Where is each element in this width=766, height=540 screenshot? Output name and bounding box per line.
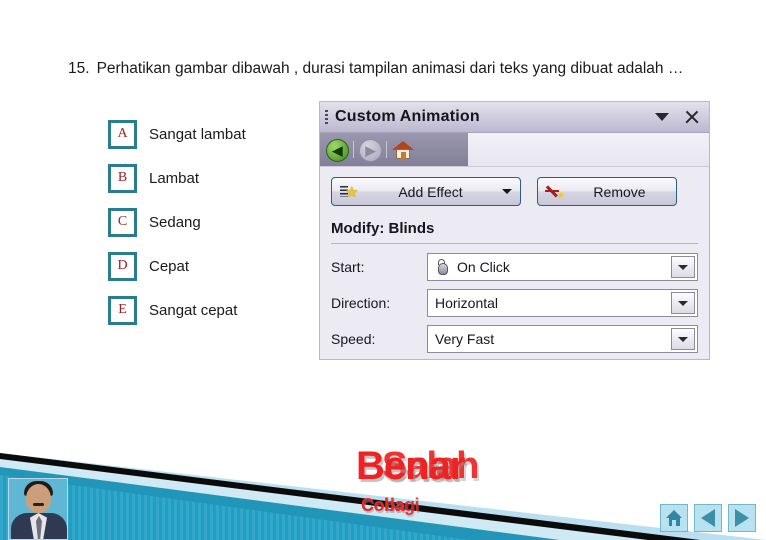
option-d-label: Cepat <box>149 257 190 275</box>
nav-previous-button[interactable] <box>694 504 722 532</box>
options-list: A Sangat lambat B Lambat C Sedang D Cepa… <box>108 119 246 339</box>
toolbar-divider <box>386 141 387 158</box>
home-icon[interactable] <box>392 140 414 160</box>
star-effect-icon: ★ <box>340 184 359 200</box>
option-e[interactable]: E Sangat cepat <box>108 295 246 325</box>
grip-dots-icon[interactable] <box>325 109 328 125</box>
modify-heading: Modify: Blinds <box>331 220 435 237</box>
question-text: Perhatikan gambar dibawah , durasi tampi… <box>96 60 684 77</box>
speed-field: Speed: Very Fast <box>331 325 698 353</box>
direction-combobox[interactable]: Horizontal <box>427 289 698 317</box>
option-d-letter: D <box>111 254 134 278</box>
nav-next-button[interactable] <box>728 504 756 532</box>
pane-toolbar: ◀ ▶ <box>320 133 709 167</box>
mouse-click-icon <box>435 259 450 275</box>
remove-star-icon: ★ <box>545 184 565 200</box>
triangle-left-icon <box>701 509 715 527</box>
triangle-right-icon <box>735 509 749 527</box>
option-c-letter: C <box>111 210 134 234</box>
question-number: 15. <box>68 60 90 77</box>
close-icon[interactable] <box>685 110 699 124</box>
speed-value: Very Fast <box>435 331 495 347</box>
remove-button[interactable]: ★ Remove <box>537 177 677 206</box>
slide: 15. Perhatikan gambar dibawah , durasi t… <box>0 0 766 540</box>
add-effect-label: Add Effect <box>398 183 463 200</box>
add-effect-button[interactable]: ★ Add Effect <box>331 177 521 206</box>
option-b-label: Lambat <box>149 169 200 187</box>
feedback-main-primary: Benar <box>356 444 465 488</box>
option-c[interactable]: C Sedang <box>108 207 246 237</box>
chevron-down-icon[interactable] <box>655 113 669 121</box>
option-a[interactable]: A Sangat lambat <box>108 119 246 149</box>
option-b-letter: B <box>111 166 134 190</box>
chevron-down-icon[interactable] <box>502 189 512 194</box>
feedback-text: Salah Benar lagi Coba <box>330 438 530 530</box>
direction-dropdown-arrow[interactable] <box>671 292 695 314</box>
direction-value: Horizontal <box>435 295 499 311</box>
speed-label: Speed: <box>331 331 376 347</box>
speed-combobox[interactable]: Very Fast <box>427 325 698 353</box>
effect-options: Start: On Click Direction: Horizontal Sp… <box>331 253 698 353</box>
start-field: Start: On Click <box>331 253 698 281</box>
start-label: Start: <box>331 259 365 275</box>
option-c-box[interactable]: C <box>108 207 137 237</box>
back-arrow-icon[interactable]: ◀ <box>326 138 349 162</box>
start-combobox[interactable]: On Click <box>427 253 698 281</box>
option-d-box[interactable]: D <box>108 251 137 281</box>
direction-field: Direction: Horizontal <box>331 289 698 317</box>
option-d[interactable]: D Cepat <box>108 251 246 281</box>
remove-label: Remove <box>593 183 646 200</box>
option-a-label: Sangat lambat <box>149 125 246 143</box>
option-b-box[interactable]: B <box>108 163 137 193</box>
home-icon <box>665 510 683 526</box>
navigation-buttons <box>660 504 756 532</box>
option-e-label: Sangat cepat <box>149 301 238 319</box>
start-value: On Click <box>457 259 510 275</box>
toolbar-divider <box>353 141 354 158</box>
option-e-letter: E <box>111 298 134 322</box>
custom-animation-pane: Custom Animation ◀ ▶ ★ Add Effect ★ Remo… <box>319 101 710 360</box>
forward-arrow-icon[interactable]: ▶ <box>359 138 382 162</box>
direction-label: Direction: <box>331 295 391 311</box>
question-block: 15. Perhatikan gambar dibawah , durasi t… <box>68 58 718 80</box>
start-dropdown-arrow[interactable] <box>671 256 695 278</box>
option-b[interactable]: B Lambat <box>108 163 246 193</box>
avatar <box>8 478 68 540</box>
pane-title-bar: Custom Animation <box>320 102 709 133</box>
option-c-label: Sedang <box>149 213 201 231</box>
feedback-sub-primary: Coba <box>361 495 405 515</box>
nav-home-button[interactable] <box>660 504 688 532</box>
speed-dropdown-arrow[interactable] <box>671 328 695 350</box>
option-a-box[interactable]: A <box>108 119 137 149</box>
option-e-box[interactable]: E <box>108 295 137 325</box>
pane-title: Custom Animation <box>335 108 480 125</box>
divider <box>331 243 698 244</box>
option-a-letter: A <box>111 122 134 146</box>
